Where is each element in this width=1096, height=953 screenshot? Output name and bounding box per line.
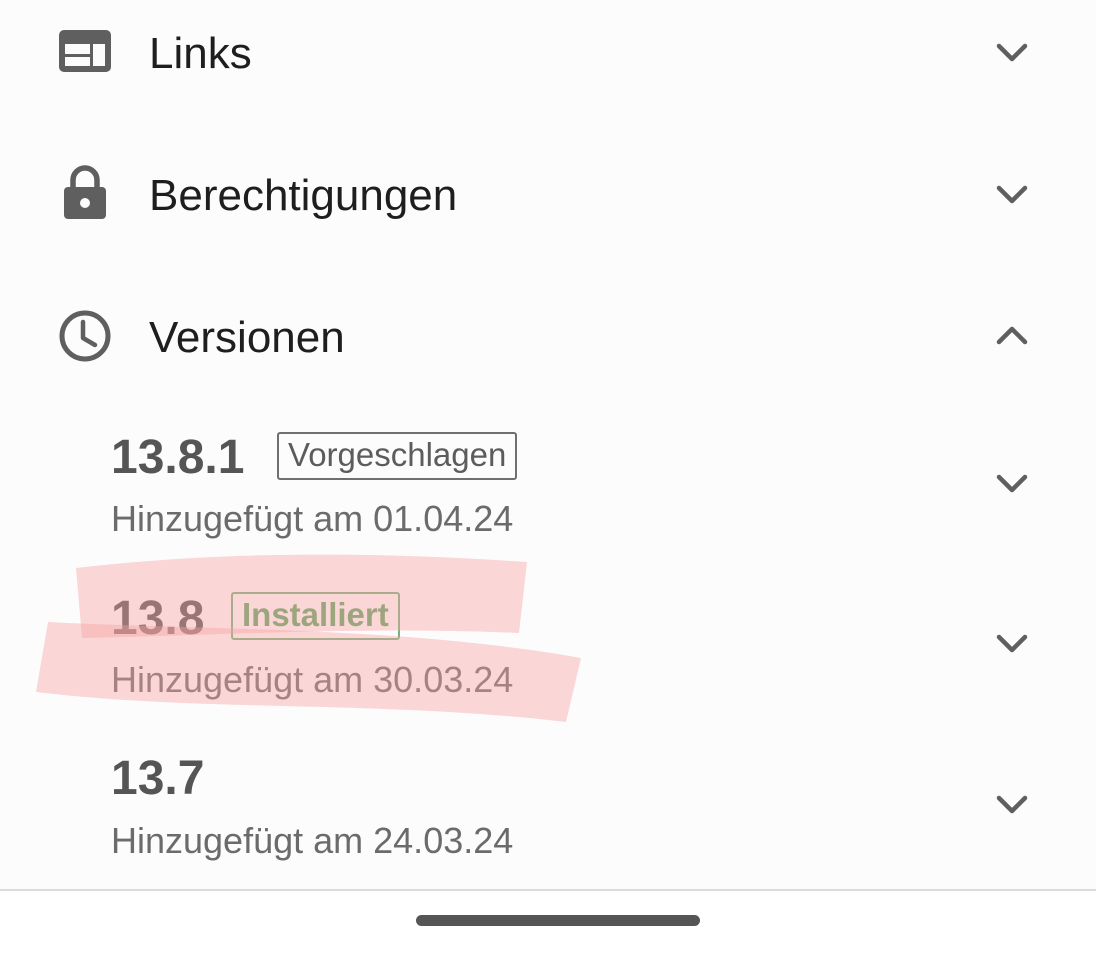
- version-date: Hinzugefügt am 01.04.24: [111, 498, 514, 539]
- chevron-down-icon[interactable]: [992, 174, 1032, 214]
- version-date: Hinzugefügt am 30.03.24: [111, 659, 514, 700]
- chevron-down-icon[interactable]: [992, 463, 1032, 503]
- chevron-down-icon[interactable]: [992, 32, 1032, 72]
- section-label-permissions: Berechtigungen: [149, 171, 458, 220]
- web-panel-icon: [59, 30, 111, 72]
- clock-icon: [59, 310, 111, 362]
- section-versions[interactable]: Versionen: [0, 292, 1096, 382]
- version-date: Hinzugefügt am 24.03.24: [111, 820, 514, 861]
- home-gesture-handle[interactable]: [416, 915, 700, 926]
- version-number: 13.8: [111, 592, 205, 645]
- installed-badge: Installiert: [231, 592, 400, 640]
- version-item[interactable]: 13.8 Installiert Hinzugefügt am 30.03.24: [0, 571, 1096, 721]
- chevron-up-icon[interactable]: [992, 316, 1032, 356]
- version-number: 13.7: [111, 752, 205, 805]
- version-item[interactable]: 13.8.1 Vorgeschlagen Hinzugefügt am 01.0…: [0, 410, 1096, 560]
- system-navigation-bar: [0, 891, 1096, 953]
- section-label-links: Links: [149, 29, 252, 78]
- version-number: 13.8.1: [111, 431, 245, 484]
- section-label-versions: Versionen: [149, 313, 345, 362]
- chevron-down-icon[interactable]: [992, 784, 1032, 824]
- chevron-down-icon[interactable]: [992, 623, 1032, 663]
- section-permissions[interactable]: Berechtigungen: [0, 150, 1096, 240]
- app-details-content: Links Berechtigungen Versionen 13.8.1 Vo…: [0, 0, 1096, 890]
- suggested-badge: Vorgeschlagen: [277, 432, 518, 480]
- section-links[interactable]: Links: [0, 8, 1096, 98]
- version-item[interactable]: 13.7 Hinzugefügt am 24.03.24: [0, 733, 1096, 883]
- lock-icon: [64, 165, 106, 219]
